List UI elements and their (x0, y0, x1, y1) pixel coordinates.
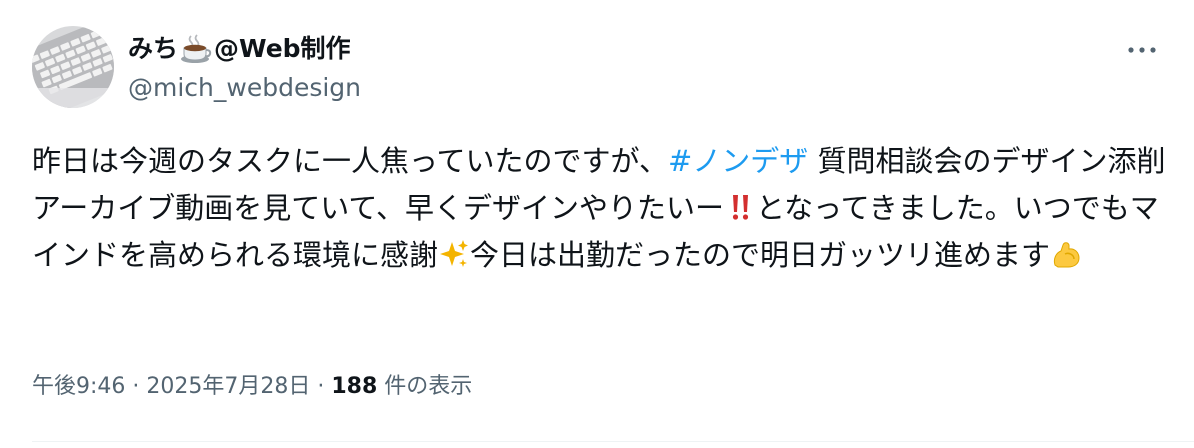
avatar-image (32, 26, 114, 108)
tweet-text: 昨日は今週のタスクに一人焦っていたのですが、#ノンデザ 質問相談会のデザイン添削… (32, 138, 1167, 279)
display-name-suffix: @Web制作 (214, 34, 351, 63)
ellipsis-icon (1128, 47, 1156, 53)
tweet-card: みち @Web制作 @mich_webdesign 昨日は今週のタスクに一人焦っ… (0, 0, 1194, 448)
tweet-meta: 午後9:46 · 2025年7月28日 · 188 件の表示 (32, 370, 472, 404)
hashtag-link[interactable]: #ノンデザ (668, 144, 808, 178)
flexed-biceps-icon (1050, 237, 1082, 269)
tweet-text-part-4: 今日は出勤だったので明日ガッツリ進めます (470, 238, 1051, 272)
display-name-prefix: みち (128, 34, 179, 63)
avatar[interactable] (32, 26, 114, 108)
views-count: 188 (331, 374, 378, 399)
double-exclamation-icon (724, 190, 756, 222)
more-options-button[interactable] (1124, 36, 1160, 64)
tweet-time[interactable]: 午後9:46 (32, 374, 125, 399)
meta-separator: · (310, 374, 332, 399)
user-handle[interactable]: @mich_webdesign (128, 72, 361, 104)
tweet-header: みち @Web制作 @mich_webdesign (32, 26, 1162, 116)
divider (32, 441, 1194, 442)
meta-separator: · (125, 374, 147, 399)
tweet-text-part-1: 昨日は今週のタスクに一人焦っていたのですが、 (32, 144, 668, 178)
views-label: 件の表示 (377, 374, 473, 399)
hot-beverage-icon (179, 34, 213, 64)
sparkles-icon (438, 237, 470, 269)
user-info: みち @Web制作 @mich_webdesign (128, 32, 361, 104)
display-name[interactable]: みち @Web制作 (128, 32, 361, 66)
tweet-date[interactable]: 2025年7月28日 (146, 374, 310, 399)
